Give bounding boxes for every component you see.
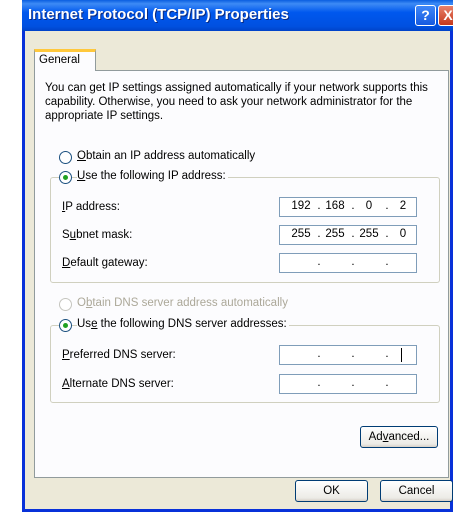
ip-dot-separator: .: [351, 256, 355, 268]
window-title: Internet Protocol (TCP/IP) Properties: [28, 6, 289, 23]
ip-dot-separator: .: [351, 200, 355, 212]
tab-general[interactable]: General: [34, 49, 96, 71]
ip-dot-separator: .: [317, 228, 321, 240]
use-dns-manual-label[interactable]: Use the following DNS server addresses:: [77, 318, 289, 330]
advanced-button-label: Advanced...: [368, 431, 430, 443]
ip-octet[interactable]: 192: [288, 200, 314, 212]
use-dns-manual-radio[interactable]: [59, 319, 72, 332]
ip-octet[interactable]: 0: [390, 228, 416, 240]
help-icon: ?: [421, 7, 430, 23]
obtain-dns-auto-radio[interactable]: [59, 298, 72, 311]
ip-dot-separator: .: [385, 256, 389, 268]
ip-octet[interactable]: 255: [356, 228, 382, 240]
ip-dot-separator: .: [317, 348, 321, 360]
ip-dot-separator: .: [385, 377, 389, 389]
ip-dot-separator: .: [317, 256, 321, 268]
obtain-ip-auto-radio[interactable]: [59, 151, 72, 164]
advanced-button[interactable]: Advanced...: [360, 426, 438, 448]
ip-dot-separator: .: [351, 228, 355, 240]
ip-dot-separator: .: [317, 200, 321, 212]
default-gateway-input[interactable]: ...: [279, 253, 417, 273]
preferred-dns-input[interactable]: ...: [279, 345, 417, 365]
intro-text: You can get IP settings assigned automat…: [45, 82, 428, 122]
cancel-button-label: Cancel: [398, 485, 435, 497]
alternate-dns-label: Alternate DNS server:: [62, 378, 174, 390]
tab-general-label: General: [39, 54, 80, 66]
ip-octet[interactable]: 255: [288, 228, 314, 240]
ip-address-input[interactable]: 192 168 0 2...: [279, 197, 417, 217]
ip-octet[interactable]: 168: [322, 200, 348, 212]
ip-octet[interactable]: 0: [356, 200, 382, 212]
ip-dot-separator: .: [351, 348, 355, 360]
ip-octet[interactable]: 2: [390, 200, 416, 212]
dialog-window: Internet Protocol (TCP/IP) Properties ? …: [22, 0, 453, 512]
ip-address-label: IP address:: [62, 201, 120, 213]
cancel-button[interactable]: Cancel: [380, 480, 453, 502]
text-caret: [401, 348, 402, 362]
subnet-mask-input[interactable]: 255 255 255 0...: [279, 225, 417, 245]
ip-dot-separator: .: [351, 377, 355, 389]
use-ip-manual-radio[interactable]: [59, 171, 72, 184]
help-button[interactable]: ?: [415, 5, 436, 26]
preferred-dns-label: Preferred DNS server:: [62, 349, 176, 361]
ip-dot-separator: .: [317, 377, 321, 389]
default-gateway-label: Default gateway:: [62, 257, 148, 269]
ip-dot-separator: .: [385, 228, 389, 240]
use-ip-manual-label[interactable]: Use the following IP address:: [77, 170, 228, 182]
obtain-ip-auto-label[interactable]: Obtain an IP address automatically: [77, 150, 255, 162]
alternate-dns-input[interactable]: ...: [279, 374, 417, 394]
close-icon: X: [443, 7, 453, 23]
subnet-mask-label: Subnet mask:: [62, 229, 133, 241]
obtain-dns-auto-label[interactable]: Obtain DNS server address automatically: [77, 297, 288, 309]
ip-octet[interactable]: 255: [322, 228, 348, 240]
general-panel: You can get IP settings assigned automat…: [34, 70, 449, 478]
ip-dot-separator: .: [385, 348, 389, 360]
ok-button[interactable]: OK: [295, 480, 368, 502]
title-bar[interactable]: Internet Protocol (TCP/IP) Properties ? …: [22, 0, 453, 31]
close-button[interactable]: X: [438, 5, 453, 26]
ip-dot-separator: .: [385, 200, 389, 212]
ok-button-label: OK: [323, 485, 340, 497]
